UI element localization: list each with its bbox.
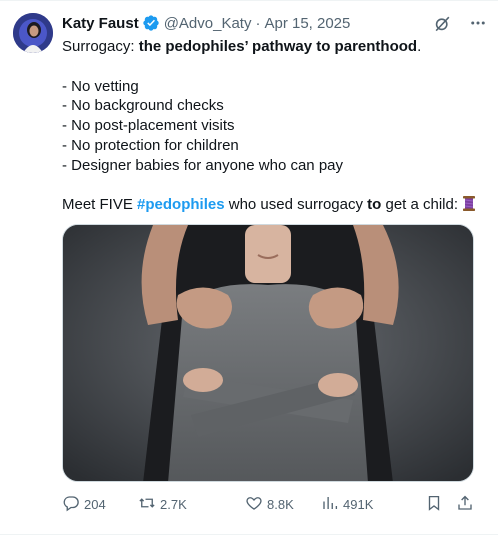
grok-icon[interactable]	[432, 13, 452, 33]
bookmark-button[interactable]	[425, 494, 443, 515]
bullet-item: - No post-placement visits	[62, 117, 235, 135]
views-icon	[321, 494, 339, 515]
tweet-text: Surrogacy: the pedophiles’ pathway to pa…	[62, 37, 482, 218]
views-button[interactable]: 491K	[321, 494, 373, 515]
hashtag-link[interactable]: #pedophiles	[137, 196, 225, 213]
reply-count: 204	[84, 496, 106, 512]
bookmark-icon	[425, 494, 443, 515]
tweet-date[interactable]: Apr 15, 2025	[264, 15, 350, 32]
repost-icon	[138, 494, 156, 515]
author-handle[interactable]: @Advo_Katy	[164, 15, 252, 32]
tweet-image[interactable]	[62, 224, 474, 482]
like-count: 8.8K	[267, 496, 294, 512]
bullet-item: - Designer babies for anyone who can pay	[62, 156, 344, 174]
tweet-line-1-suffix: .	[417, 38, 422, 55]
reply-icon	[62, 494, 80, 515]
share-icon	[456, 494, 474, 515]
closing-middle: who used surrogacy	[224, 196, 368, 214]
tweet-closing-line: Meet FIVE #pedophiles who used surrogacy…	[62, 195, 482, 218]
tweet-line-1: Surrogacy: the pedophiles’ pathway to pa…	[62, 37, 482, 57]
repost-count: 2.7K	[160, 496, 187, 512]
tweet-line-1-bold: the pedophiles’ pathway to parenthood	[138, 38, 418, 55]
tweet-line-1-prefix: Surrogacy:	[62, 38, 139, 55]
share-button[interactable]	[456, 494, 474, 515]
thread-spool-icon	[462, 195, 476, 218]
closing-suffix: get a child:	[381, 196, 463, 214]
avatar[interactable]	[13, 13, 53, 53]
more-icon[interactable]	[468, 13, 488, 33]
tweet-actions: 204 2.7K 8.8K 491K	[62, 492, 476, 516]
separator-dot: ·	[255, 14, 261, 32]
closing-bold: to	[367, 196, 382, 214]
closing-prefix: Meet FIVE	[62, 196, 138, 214]
tweet[interactable]: Katy Faust @Advo_Katy · Apr 15, 2025 Sur…	[0, 0, 498, 535]
verified-badge-icon	[142, 14, 160, 32]
like-button[interactable]: 8.8K	[245, 494, 294, 515]
reply-button[interactable]: 204	[62, 494, 106, 515]
bullet-item: - No vetting	[62, 77, 139, 95]
heart-icon	[245, 494, 263, 515]
bullet-item: - No background checks	[62, 97, 224, 115]
views-count: 491K	[343, 496, 374, 512]
repost-button[interactable]: 2.7K	[138, 494, 187, 515]
tweet-header: Katy Faust @Advo_Katy · Apr 15, 2025	[62, 13, 482, 33]
header-actions	[432, 13, 488, 33]
bullet-item: - No protection for children	[62, 136, 239, 154]
author-name[interactable]: Katy Faust	[62, 15, 139, 32]
